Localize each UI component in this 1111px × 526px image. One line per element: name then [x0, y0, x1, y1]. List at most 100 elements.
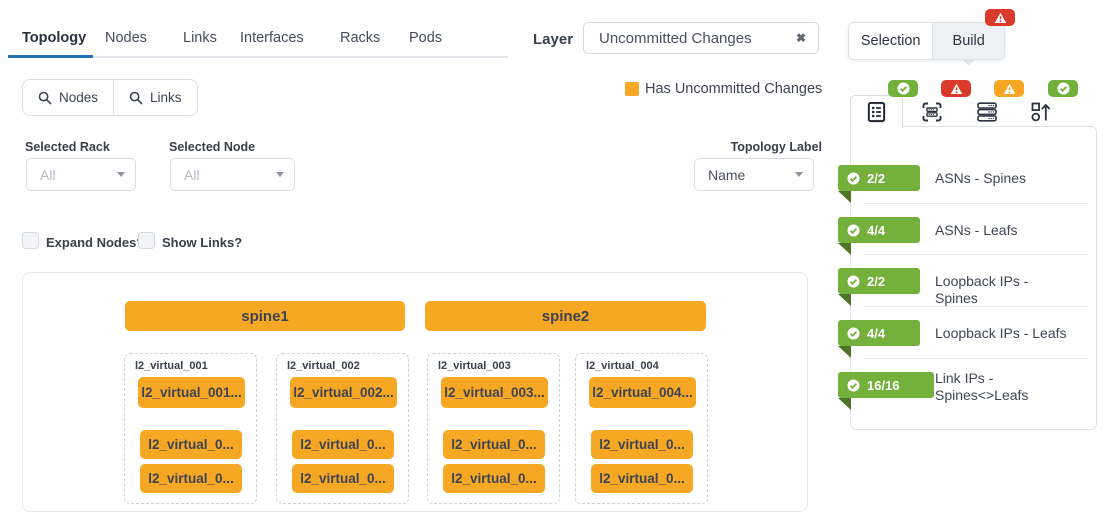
- links-search-button[interactable]: Links: [113, 80, 197, 115]
- legend-label: Has Uncommitted Changes: [645, 81, 822, 97]
- selected-rack-value: All: [40, 167, 117, 183]
- build-item-label[interactable]: ASNs - Spines: [935, 170, 1026, 187]
- status-badge-ok: [1048, 80, 1078, 97]
- node-button[interactable]: l2_virtual_0...: [443, 464, 545, 493]
- tab-pods[interactable]: Pods: [409, 30, 442, 46]
- search-icon: [38, 91, 52, 105]
- selected-rack-label: Selected Rack: [25, 140, 110, 154]
- warning-icon: [1003, 83, 1016, 95]
- links-search-label: Links: [150, 90, 182, 105]
- node-button[interactable]: l2_virtual_0...: [591, 464, 693, 493]
- rack-scan-icon: [920, 100, 944, 124]
- status-badge-warning: [994, 80, 1024, 97]
- node-button[interactable]: l2_virtual_001...: [138, 377, 245, 408]
- tab-selection[interactable]: Selection: [849, 23, 932, 59]
- tab-topology[interactable]: Topology: [22, 30, 86, 46]
- check-circle-icon: [847, 327, 860, 340]
- chevron-down-icon: [276, 172, 284, 177]
- layer-label: Layer: [533, 31, 573, 48]
- node-button[interactable]: l2_virtual_0...: [140, 430, 242, 459]
- warning-icon: [994, 12, 1007, 24]
- build-tab-list[interactable]: [850, 95, 903, 128]
- blueprint-staged-screen: Topology Nodes Links Interfaces Racks Po…: [0, 0, 1111, 526]
- warning-icon: [950, 83, 963, 95]
- ribbon-count: 2/2: [867, 274, 885, 289]
- ribbon-fold: [838, 243, 851, 255]
- rack-label: l2_virtual_001: [135, 360, 208, 372]
- rack-label: l2_virtual_004: [586, 360, 659, 372]
- build-item-label[interactable]: Link IPs - Spines<>Leafs: [935, 370, 1050, 404]
- build-tab-racks[interactable]: [920, 100, 944, 124]
- check-circle-icon: [847, 275, 860, 288]
- expand-nodes-label: Expand Nodes?: [46, 235, 144, 250]
- node-button[interactable]: l2_virtual_0...: [140, 464, 242, 493]
- tab-racks[interactable]: Racks: [340, 30, 380, 46]
- list-icon: [865, 100, 888, 124]
- node-button[interactable]: l2_virtual_0...: [292, 430, 394, 459]
- build-tab-devices[interactable]: [975, 100, 999, 124]
- status-ribbon: 4/4: [838, 217, 920, 243]
- ribbon-fold: [838, 191, 851, 203]
- ribbon-fold: [838, 294, 851, 306]
- rack-l2-virtual-004[interactable]: l2_virtual_004 l2_virtual_004... l2_virt…: [575, 353, 708, 504]
- rack-l2-virtual-002[interactable]: l2_virtual_002 l2_virtual_002... l2_virt…: [276, 353, 409, 504]
- node-button[interactable]: l2_virtual_004...: [589, 377, 696, 408]
- nodes-search-label: Nodes: [59, 90, 98, 105]
- tab-interfaces[interactable]: Interfaces: [240, 30, 304, 46]
- selected-node-select[interactable]: All: [170, 158, 295, 191]
- build-item-label[interactable]: Loopback IPs - Spines: [935, 273, 1070, 307]
- status-badge-error: [941, 80, 971, 97]
- tab-links[interactable]: Links: [183, 30, 217, 46]
- spine-node-spine2[interactable]: spine2: [425, 301, 706, 331]
- node-button[interactable]: l2_virtual_0...: [292, 464, 394, 493]
- topology-canvas: spine1 spine2 l2_virtual_001 l2_virtual_…: [22, 272, 808, 512]
- ribbon-count: 2/2: [867, 171, 885, 186]
- layer-input[interactable]: Uncommitted Changes ✖: [583, 22, 819, 54]
- ribbon-count: 16/16: [867, 378, 900, 393]
- nodes-search-button[interactable]: Nodes: [23, 80, 113, 115]
- show-links-checkbox[interactable]: [138, 232, 155, 249]
- clear-icon[interactable]: ✖: [796, 31, 806, 45]
- expand-nodes-checkbox[interactable]: [22, 232, 39, 249]
- ribbon-fold: [838, 398, 851, 410]
- topology-label-heading: Topology Label: [690, 140, 822, 154]
- selected-node-label: Selected Node: [169, 140, 255, 154]
- tab-nodes[interactable]: Nodes: [105, 30, 147, 46]
- search-button-group: Nodes Links: [22, 79, 198, 116]
- selected-rack-select[interactable]: All: [26, 158, 136, 191]
- topology-label-select[interactable]: Name: [694, 158, 814, 191]
- uncommitted-swatch: [625, 82, 639, 96]
- node-button[interactable]: l2_virtual_002...: [290, 377, 397, 408]
- spine-node-spine1[interactable]: spine1: [125, 301, 405, 331]
- panel-tab-group: Selection Build: [848, 22, 1005, 60]
- check-circle-icon: [847, 379, 860, 392]
- build-item-label[interactable]: ASNs - Leafs: [935, 222, 1017, 239]
- selected-node-value: All: [184, 167, 276, 183]
- ribbon-fold: [838, 346, 851, 358]
- assign-up-icon: [1029, 100, 1053, 124]
- rack-l2-virtual-001[interactable]: l2_virtual_001 l2_virtual_001... l2_virt…: [124, 353, 257, 504]
- build-item-label[interactable]: Loopback IPs - Leafs: [935, 325, 1067, 342]
- status-ribbon: 4/4: [838, 320, 920, 346]
- build-error-badge: [985, 9, 1015, 26]
- divider: [863, 358, 1088, 359]
- rack-l2-virtual-003[interactable]: l2_virtual_003 l2_virtual_003... l2_virt…: [427, 353, 560, 504]
- divider: [863, 306, 1088, 307]
- check-circle-icon: [847, 224, 860, 237]
- node-button[interactable]: l2_virtual_0...: [591, 430, 693, 459]
- node-button[interactable]: l2_virtual_003...: [441, 377, 548, 408]
- status-ribbon: 2/2: [838, 268, 920, 294]
- active-tab-indicator: [8, 55, 93, 58]
- server-stack-icon: [975, 100, 999, 124]
- show-links-label: Show Links?: [162, 235, 242, 250]
- search-icon: [129, 91, 143, 105]
- tab-build[interactable]: Build: [932, 23, 1004, 59]
- topology-label-value: Name: [708, 167, 795, 183]
- build-tab-assign[interactable]: [1029, 100, 1053, 124]
- chevron-down-icon: [795, 172, 803, 177]
- status-badge-ok: [888, 80, 918, 97]
- status-ribbon: 16/16: [838, 372, 934, 398]
- ribbon-count: 4/4: [867, 223, 885, 238]
- node-button[interactable]: l2_virtual_0...: [443, 430, 545, 459]
- status-ribbon: 2/2: [838, 165, 920, 191]
